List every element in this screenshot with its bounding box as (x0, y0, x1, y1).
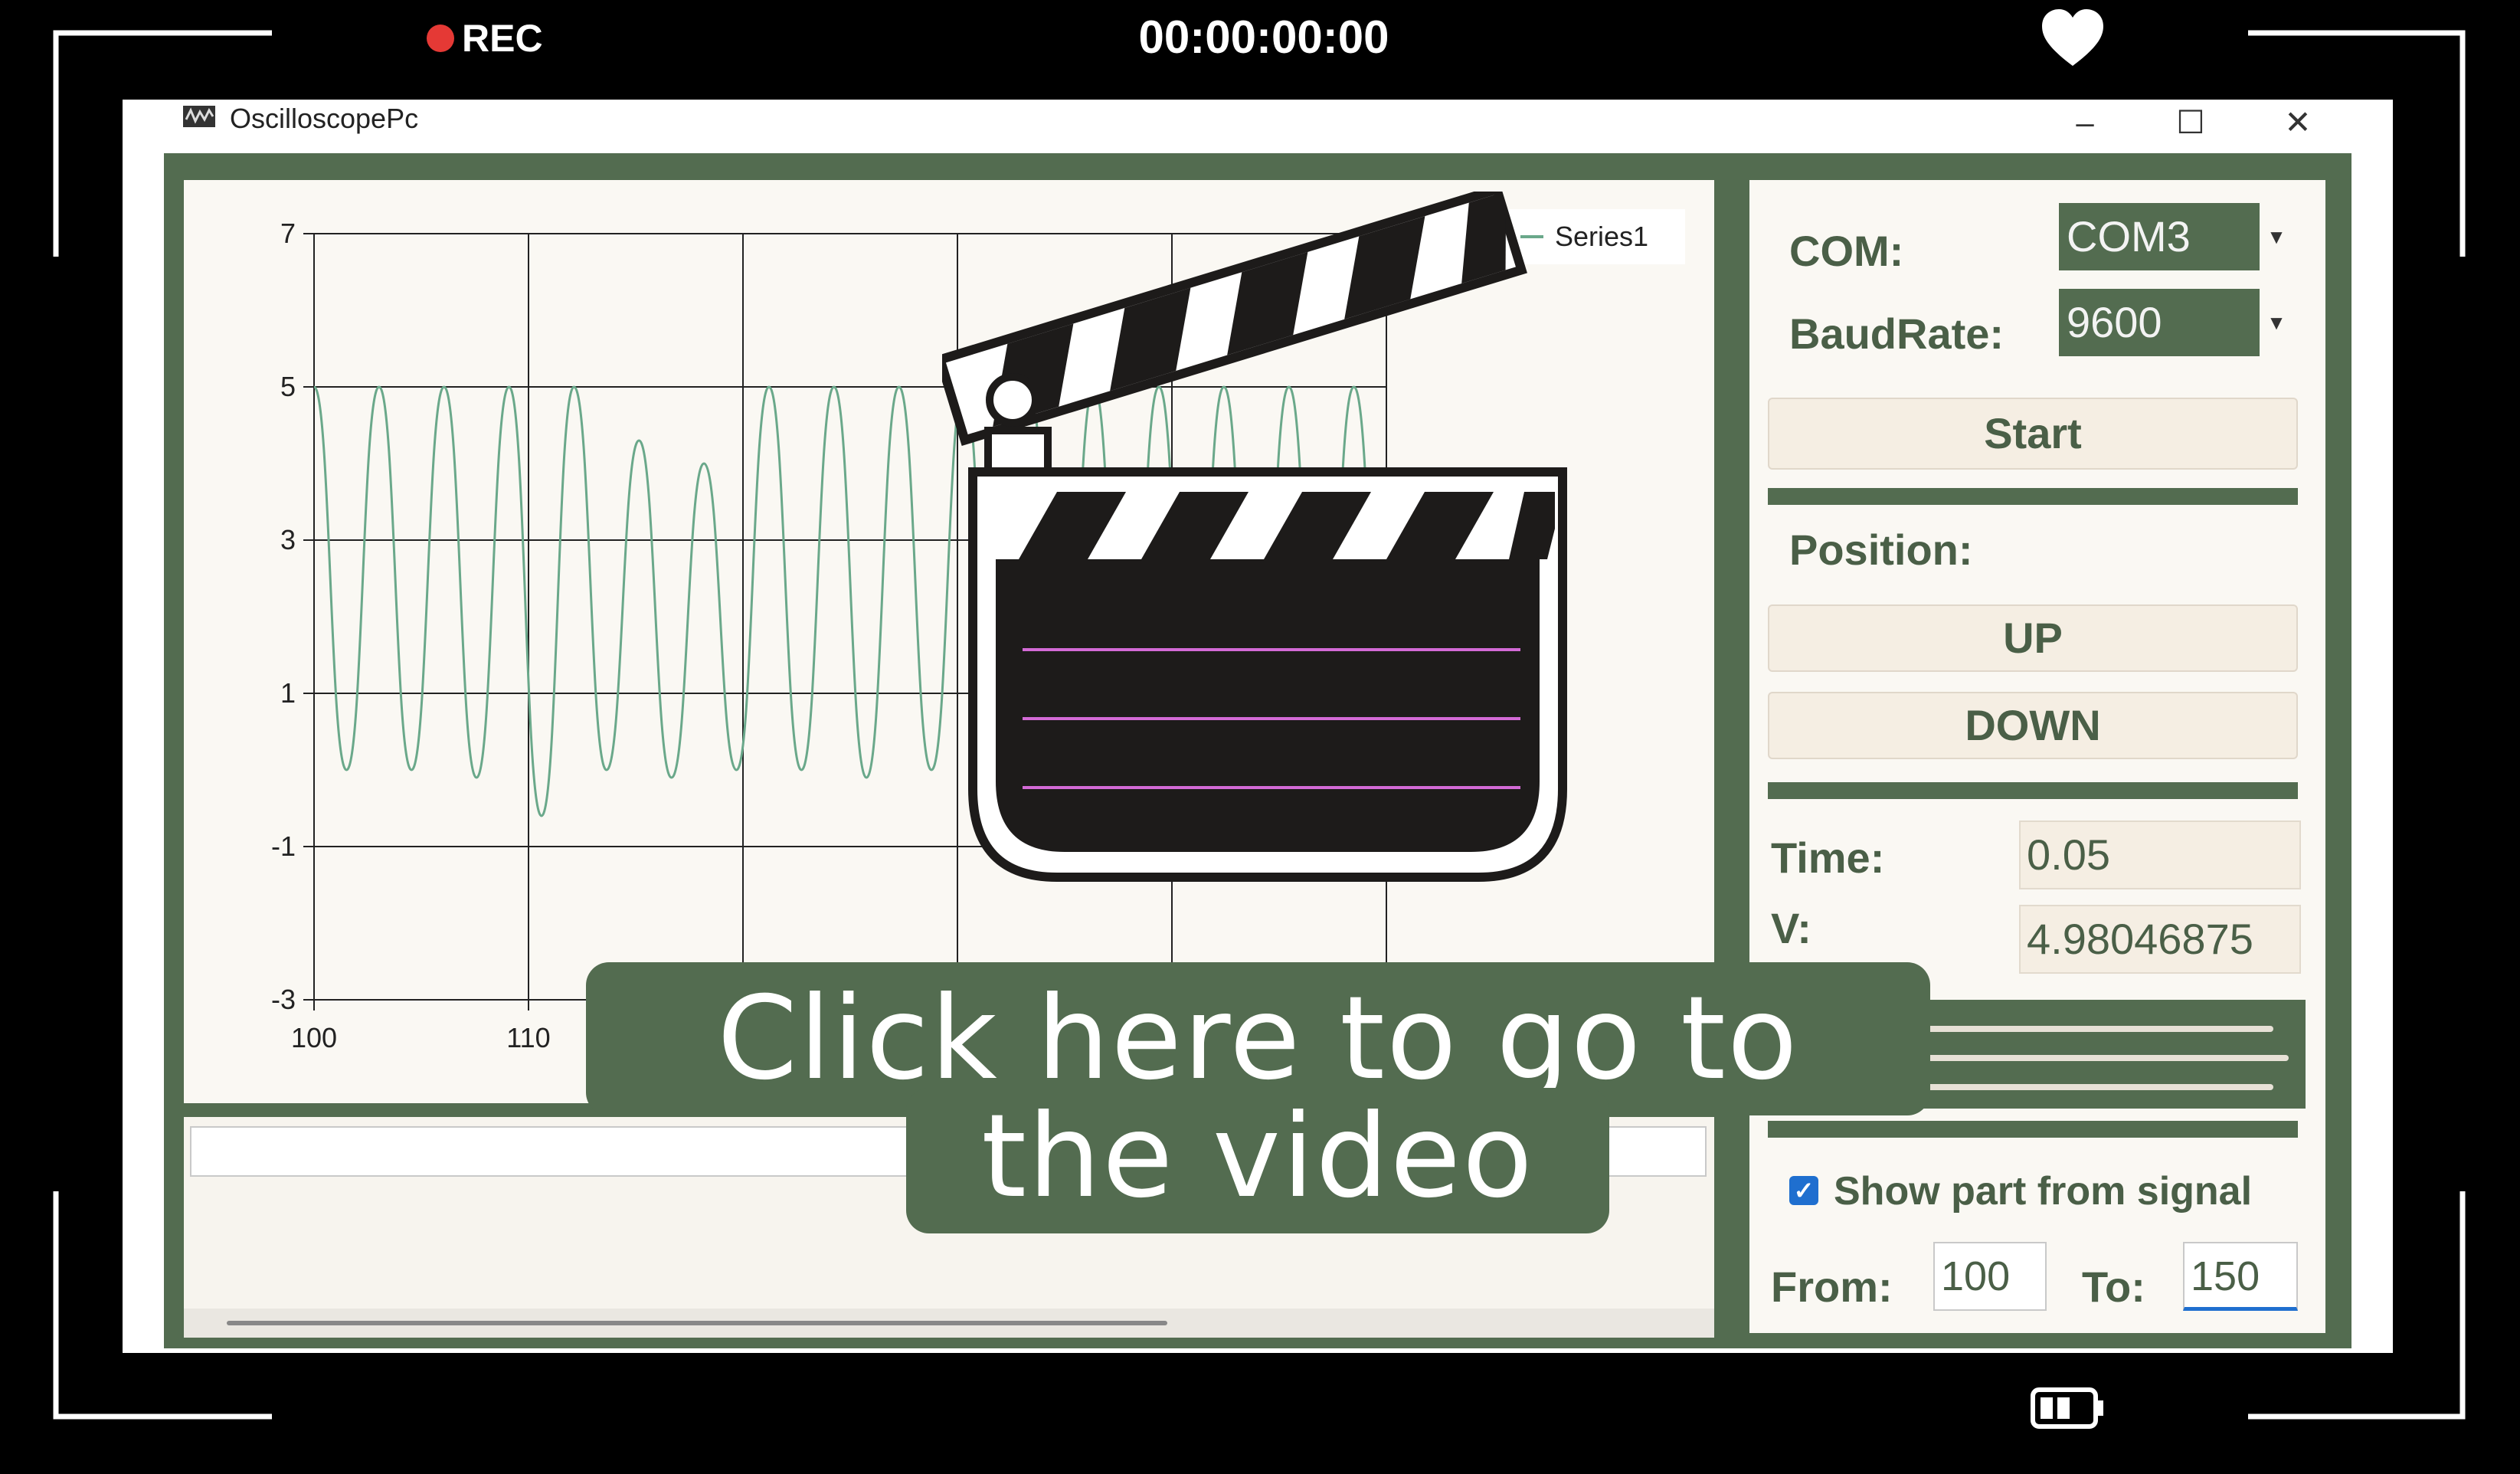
voltage-field[interactable]: 4.98046875 (2019, 905, 2301, 974)
from-label: From: (1771, 1263, 1893, 1311)
title-bar: OscilloscopePc – ☐ ✕ (123, 100, 2393, 153)
time-label: Time: (1771, 834, 1885, 882)
com-dropdown-arrow-icon[interactable]: ▼ (2260, 203, 2293, 270)
voltage-label: V: (1771, 904, 1811, 952)
x-tick-label: 100 (291, 1022, 337, 1053)
y-tick-label: -3 (271, 984, 296, 1015)
y-tick-label: -1 (271, 830, 296, 862)
baudrate-dropdown-arrow-icon[interactable]: ▼ (2260, 289, 2293, 356)
separator (1768, 1121, 2298, 1138)
baudrate-select[interactable]: 9600 (2059, 289, 2260, 356)
x-tick-label: 110 (506, 1022, 550, 1053)
to-label: To: (2082, 1263, 2145, 1311)
close-button[interactable]: ✕ (2267, 100, 2329, 146)
maximize-button[interactable]: ☐ (2160, 100, 2221, 146)
show-part-label: Show part from signal (1834, 1169, 2253, 1214)
y-tick-label: 3 (280, 524, 296, 555)
oscilloscope-app-icon (183, 106, 215, 127)
y-tick-label: 1 (280, 677, 296, 709)
position-label: Position: (1789, 526, 1973, 574)
y-tick-label: 7 (280, 218, 296, 249)
horizontal-scrollbar[interactable] (184, 1309, 1714, 1338)
y-tick-label: 5 (280, 371, 296, 402)
timecode: 00:00:00:00 (1138, 11, 1389, 63)
heart-icon[interactable] (2041, 8, 2105, 69)
scrollbar-thumb[interactable] (227, 1321, 1167, 1325)
to-input[interactable]: 150 (2183, 1242, 2298, 1311)
com-select[interactable]: COM3 (2059, 203, 2260, 270)
up-button[interactable]: UP (1768, 604, 2298, 672)
down-button[interactable]: DOWN (1768, 692, 2298, 759)
separator (1768, 782, 2298, 799)
cta-banner-line2[interactable]: the video (906, 1088, 1609, 1233)
com-label: COM: (1789, 227, 1904, 275)
separator (1768, 488, 2298, 505)
minimize-button[interactable]: – (2054, 100, 2116, 146)
time-field[interactable]: 0.05 (2019, 821, 2301, 889)
control-panel: COM: COM3 ▼ BaudRate: 9600 ▼ Start Posit… (1749, 180, 2325, 1333)
from-input[interactable]: 100 (1933, 1242, 2047, 1311)
clapperboard-icon[interactable] (942, 192, 1578, 889)
rec-label: REC (462, 17, 543, 60)
battery-icon (2031, 1387, 2103, 1429)
baudrate-label: BaudRate: (1789, 310, 2005, 358)
record-dot-icon (427, 25, 454, 52)
window-title: OscilloscopePc (230, 103, 419, 134)
rec-indicator: REC (427, 16, 543, 61)
cta-text-line2[interactable]: the video (906, 1088, 1609, 1226)
show-part-checkbox[interactable]: ✓ (1789, 1176, 1818, 1205)
start-button[interactable]: Start (1768, 398, 2298, 470)
